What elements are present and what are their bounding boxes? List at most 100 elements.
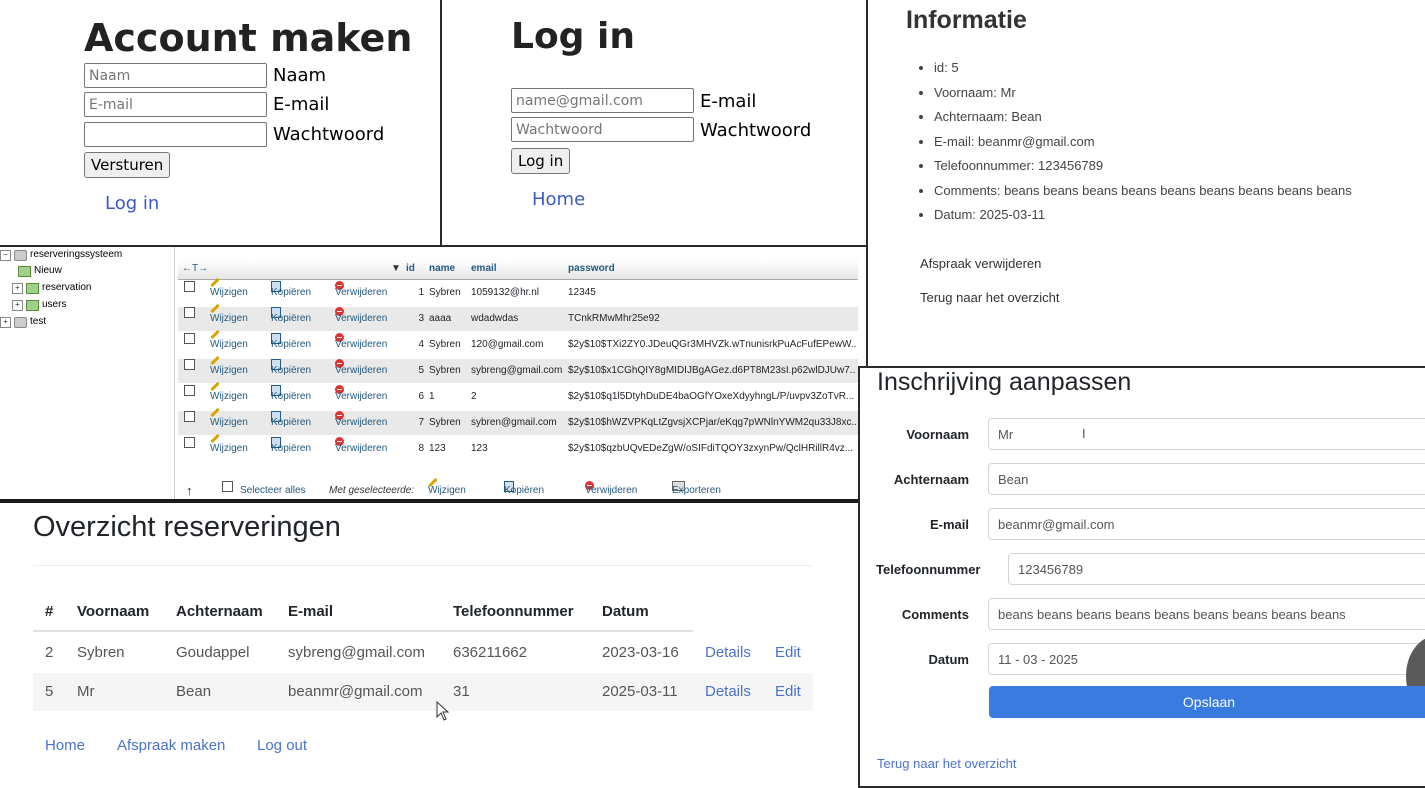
tree-db-test[interactable]: + test [0, 314, 46, 330]
cell-email: 123 [471, 443, 488, 454]
tree-db-reserveringssysteem[interactable]: − reserveringssysteem [0, 247, 122, 263]
email-input[interactable] [988, 508, 1425, 540]
col-email[interactable]: email [471, 263, 497, 274]
cell-password: TCnkRMwMhr25e92 [568, 313, 660, 324]
info-item: Voornaam: Mr [934, 83, 1352, 108]
row-delete-label: Verwijderen [335, 339, 388, 350]
email-input[interactable] [84, 92, 267, 117]
login-button[interactable]: Log in [511, 148, 571, 174]
new-table-icon [18, 265, 31, 277]
footer-home-link[interactable]: Home [45, 737, 85, 754]
bulk-export-label: Exporteren [672, 485, 721, 496]
cell-email: sybren@gmail.com [471, 417, 557, 428]
tree-new[interactable]: Nieuw [18, 263, 62, 279]
table-row: Wijzigen Kopiëren Verwijderen 1 Sybren 105913… [178, 277, 858, 305]
table-row: Wijzigen Kopiëren Verwijderen 8 123 123 $2y$10… [178, 433, 858, 461]
row-delete-label: Verwijderen [335, 313, 388, 324]
comments-label: Comments [901, 607, 969, 622]
firstname-label: Voornaam [906, 427, 969, 442]
row-edit-label: Wijzigen [210, 443, 248, 454]
row-edit-label: Wijzigen [210, 339, 248, 350]
table-row: 5 Mr Bean beanmr@gmail.com 31 2025-03-11… [33, 673, 813, 711]
home-link[interactable]: Home [532, 189, 585, 210]
footer-logout-link[interactable]: Log out [257, 737, 307, 754]
login-link[interactable]: Log in [105, 193, 159, 214]
tree-table-reservation[interactable]: + reservation [12, 280, 91, 296]
cell-name: Sybren [429, 417, 461, 428]
delete-appointment-link[interactable]: Afspraak verwijderen [920, 256, 1041, 271]
info-item: E-mail: beanmr@gmail.com [934, 132, 1352, 157]
row-copy-label: Kopiëren [271, 417, 312, 428]
cell-name: 1 [429, 391, 435, 402]
email-label: E-mail [929, 517, 969, 532]
th-date: Datum [602, 603, 649, 620]
login-email-input[interactable] [511, 88, 694, 113]
row-edit-label: Wijzigen [210, 365, 248, 376]
col-name[interactable]: name [429, 263, 455, 274]
details-link[interactable]: Details [705, 644, 751, 661]
row-delete-label: Verwijderen [335, 417, 388, 428]
cell-email: 120@gmail.com [471, 339, 544, 350]
cell-password: $2y$10$hWZVPKqLtZgvsjXCPjar/eKqg7pWNlnYW… [568, 417, 856, 428]
details-link[interactable]: Details [705, 683, 751, 700]
expand-icon[interactable]: + [0, 316, 11, 328]
overview-panel: Overzicht reserveringen # Voornaam Achte… [0, 503, 858, 788]
cell-id: 6 [418, 391, 424, 402]
cell-date: 2025-03-11 [602, 683, 678, 700]
cell-phone: 31 [453, 683, 470, 700]
cell-id: 3 [418, 313, 424, 324]
cell-name: aaaa [429, 313, 452, 324]
select-all-link[interactable]: Selecteer alles [240, 481, 306, 499]
footer-make-appointment-link[interactable]: Afspraak maken [117, 737, 225, 754]
edit-link[interactable]: Edit [775, 683, 801, 700]
th-number: # [45, 603, 54, 620]
edit-title: Inschrijving aanpassen [877, 368, 1132, 396]
row-edit-label: Wijzigen [210, 417, 248, 428]
cell-id: 8 [418, 443, 424, 454]
col-id[interactable]: id [406, 263, 415, 274]
cell-email: sybreng@gmail.com [288, 644, 425, 661]
row-delete-label: Verwijderen [335, 365, 388, 376]
phone-input[interactable] [1008, 553, 1425, 585]
info-item: Telefoonnummer: 123456789 [934, 156, 1352, 181]
back-to-overview-link[interactable]: Terug naar het overzicht [877, 756, 1016, 771]
comments-input[interactable] [988, 598, 1425, 630]
info-title: Informatie [906, 6, 1027, 34]
cell-id: 7 [418, 417, 424, 428]
login-password-input[interactable] [511, 117, 694, 142]
cell-id: 5 [418, 365, 424, 376]
lastname-label: Achternaam [893, 472, 969, 487]
submit-button[interactable]: Versturen [84, 152, 171, 178]
cell-name: Sybren [429, 339, 461, 350]
password-input[interactable] [84, 122, 267, 147]
account-create-panel: Account maken Naam E-mail Wachtwoord Ver… [0, 0, 440, 245]
row-delete-label: Verwijderen [335, 287, 388, 298]
account-title: Account maken [84, 16, 413, 60]
tree-table-users[interactable]: + users [12, 297, 66, 313]
col-password[interactable]: password [568, 263, 615, 274]
firstname-input[interactable] [988, 418, 1425, 450]
bulk-edit-label: Wijzigen [428, 485, 466, 496]
edit-link[interactable]: Edit [775, 644, 801, 661]
date-input[interactable] [988, 643, 1425, 675]
collapse-icon[interactable]: − [0, 249, 11, 261]
lastname-input[interactable] [988, 463, 1425, 495]
cell-name: Sybren [429, 365, 461, 376]
tree-table-label: users [42, 299, 67, 310]
table-row: Wijzigen Kopiëren Verwijderen 6 1 2 $2y$10$q1l… [178, 381, 858, 409]
header-underline [33, 630, 693, 632]
cell-password: $2y$10$qzbUQvEDeZgW/oSIFdiTQOY3zxynPw/Qc… [568, 443, 854, 454]
expand-icon[interactable]: + [12, 282, 23, 294]
table-row: Wijzigen Kopiëren Verwijderen 3 aaaa wdadwdas… [178, 303, 858, 331]
save-button[interactable]: Opslaan [989, 686, 1425, 718]
row-edit-label: Wijzigen [210, 391, 248, 402]
sort-icon[interactable]: ▼ [391, 263, 401, 274]
up-arrow-icon: ↑ [186, 483, 193, 498]
back-to-overview-link[interactable]: Terug naar het overzicht [920, 290, 1059, 305]
expand-icon[interactable]: + [12, 299, 23, 311]
column-nav-arrows[interactable]: ←T→ [182, 263, 208, 274]
th-lastname: Achternaam [176, 603, 263, 620]
name-input[interactable] [84, 63, 267, 88]
table-row: Wijzigen Kopiëren Verwijderen 7 Sybren sybren… [178, 407, 858, 435]
table-icon [26, 299, 39, 311]
